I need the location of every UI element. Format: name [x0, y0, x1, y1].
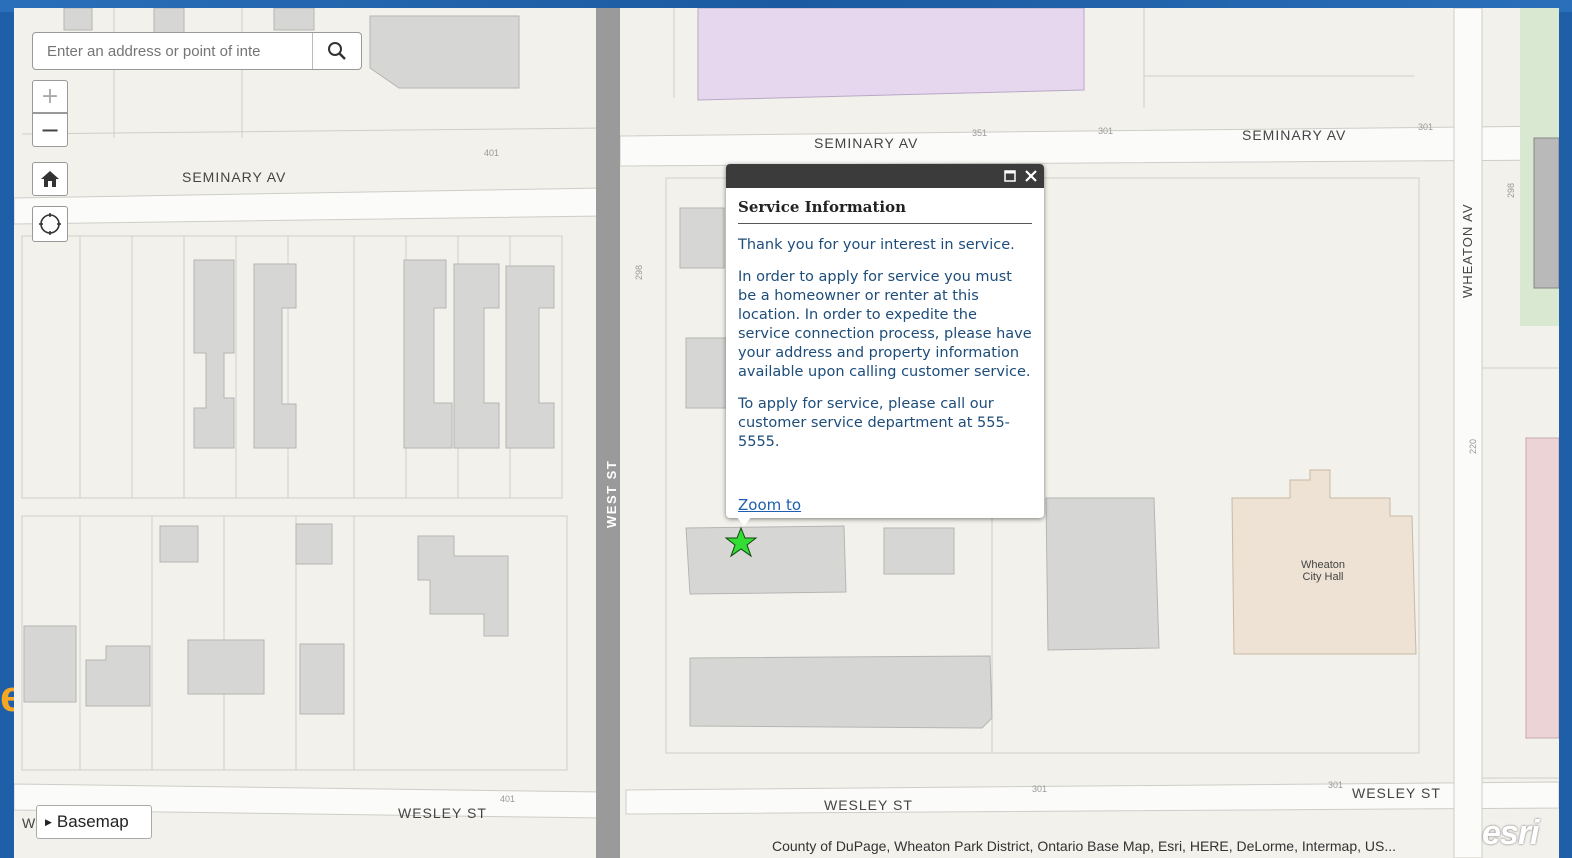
purple-block — [697, 8, 1085, 101]
street-label-wesley-right: WESLEY ST — [1352, 785, 1441, 801]
street-label-seminary-left: SEMINARY AV — [182, 169, 286, 185]
svg-text:298: 298 — [634, 265, 644, 280]
popup-header — [726, 164, 1044, 188]
zoom-in-button[interactable]: + — [32, 80, 68, 113]
svg-text:401: 401 — [484, 148, 499, 158]
tennis-court — [1533, 137, 1559, 289]
street-label-west: WEST ST — [604, 460, 619, 528]
popup-paragraph-3: To apply for service, please call our cu… — [738, 396, 1010, 450]
street-label-seminary-mid: SEMINARY AV — [814, 135, 918, 151]
svg-text:301: 301 — [1032, 784, 1047, 794]
svg-text:351: 351 — [972, 128, 987, 138]
search-icon — [327, 42, 346, 60]
zoom-to-link[interactable]: Zoom to — [738, 496, 801, 514]
svg-text:298: 298 — [1506, 183, 1516, 198]
landmark-label-line2: City Hall — [1303, 571, 1344, 583]
caret-right-icon: ▶ — [45, 816, 52, 827]
basemap-toggle-button[interactable]: ▶ Basemap — [36, 805, 152, 839]
service-info-popup: Service Information Thank you for your i… — [726, 164, 1044, 526]
street-label-wesley-mid: WESLEY ST — [824, 797, 913, 813]
map-attribution: County of DuPage, Wheaton Park District,… — [772, 838, 1397, 854]
zoom-out-button[interactable]: − — [32, 113, 68, 147]
search-widget — [32, 32, 362, 70]
popup-body: Service Information Thank you for your i… — [726, 188, 1044, 475]
street-label-seminary-right: SEMINARY AV — [1242, 127, 1346, 143]
home-icon — [41, 171, 59, 187]
pink-block — [1525, 437, 1559, 739]
locate-icon — [39, 213, 61, 235]
close-icon[interactable] — [1024, 169, 1038, 183]
svg-text:401: 401 — [500, 794, 515, 804]
landmark-label-line1: Wheaton — [1301, 559, 1345, 571]
maximize-icon[interactable] — [1004, 170, 1016, 182]
home-button[interactable] — [32, 162, 68, 196]
street-label-wheaton: WHEATON AV — [1460, 203, 1475, 298]
basemap-label: Basemap — [56, 812, 129, 831]
popup-paragraph-2: In order to apply for service you must b… — [738, 269, 1032, 380]
svg-text:301: 301 — [1418, 122, 1433, 132]
popup-pointer — [736, 516, 752, 526]
popup-title: Service Information — [738, 198, 1032, 224]
svg-text:301: 301 — [1328, 780, 1343, 790]
west-st-road — [596, 8, 620, 858]
street-label-wesley-left: WESLEY ST — [398, 805, 487, 821]
svg-text:220: 220 — [1468, 439, 1478, 454]
esri-powered-by: POWERED BY — [1486, 814, 1534, 821]
street-label-wesley-partial: W — [22, 815, 36, 831]
search-input[interactable] — [33, 33, 312, 69]
svg-text:301: 301 — [1098, 126, 1113, 136]
popup-paragraph-1: Thank you for your interest in service. — [738, 237, 1015, 253]
search-button[interactable] — [311, 33, 361, 69]
locate-button[interactable] — [32, 206, 68, 242]
